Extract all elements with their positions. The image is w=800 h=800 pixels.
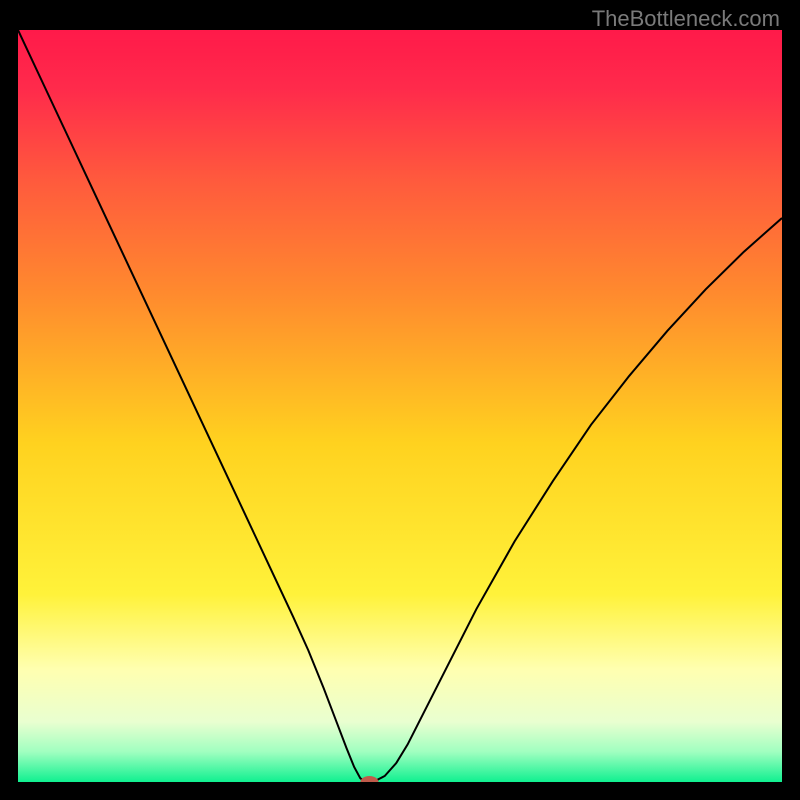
- chart-svg: [18, 30, 782, 782]
- watermark-text: TheBottleneck.com: [592, 6, 780, 32]
- chart-plot-area: [18, 30, 782, 782]
- chart-background: [18, 30, 782, 782]
